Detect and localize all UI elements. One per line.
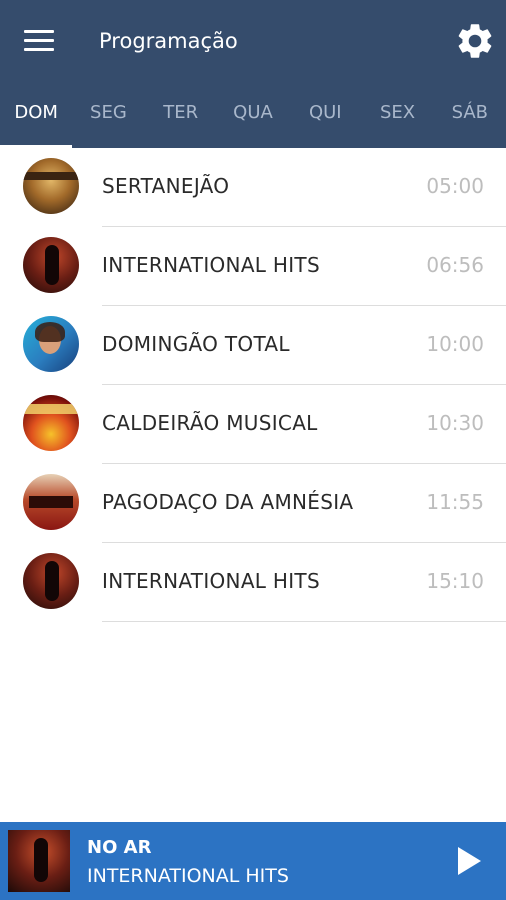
show-time: 06:56 [426, 253, 484, 277]
thumbnail-figure [45, 245, 59, 285]
show-name: CALDEIRÃO MUSICAL [102, 411, 318, 435]
show-time: 10:30 [426, 411, 484, 435]
show-thumbnail [23, 474, 79, 530]
show-thumbnail [23, 395, 79, 451]
gear-icon [458, 24, 492, 58]
show-time: 11:55 [426, 490, 484, 514]
list-item[interactable]: DOMINGÃO TOTAL 10:00 [0, 306, 506, 385]
show-thumbnail [23, 237, 79, 293]
list-item[interactable]: CALDEIRÃO MUSICAL 10:30 [0, 385, 506, 464]
show-thumbnail [23, 158, 79, 214]
thumbnail-title-band [23, 404, 79, 414]
menu-icon-bar [24, 39, 54, 42]
menu-icon-bar [24, 30, 54, 33]
day-tabs: DOM SEG TER QUA QUI SEX SÁB [0, 92, 506, 148]
show-time: 05:00 [426, 174, 484, 198]
schedule-list: SERTANEJÃO 05:00 INTERNATIONAL HITS 06:5… [0, 148, 506, 622]
settings-button[interactable] [454, 20, 496, 62]
page-title: Programação [99, 29, 238, 53]
thumbnail-title-band [29, 496, 73, 508]
show-time: 15:10 [426, 569, 484, 593]
on-air-label: NO AR [87, 837, 152, 858]
show-time: 10:00 [426, 332, 484, 356]
thumbnail-banner [23, 172, 79, 180]
now-playing-artwork [8, 830, 70, 892]
tab-qua[interactable]: QUA [217, 92, 289, 148]
show-name: INTERNATIONAL HITS [102, 569, 320, 593]
list-item[interactable]: INTERNATIONAL HITS 15:10 [0, 543, 506, 622]
menu-button[interactable] [22, 27, 58, 55]
list-item[interactable]: PAGODAÇO DA AMNÉSIA 11:55 [0, 464, 506, 543]
app-bar: Programação DOM SEG TER QUA QUI SEX SÁB [0, 0, 506, 148]
show-thumbnail [23, 553, 79, 609]
show-name: DOMINGÃO TOTAL [102, 332, 290, 356]
show-name: INTERNATIONAL HITS [102, 253, 320, 277]
show-name: SERTANEJÃO [102, 174, 230, 198]
show-thumbnail [23, 316, 79, 372]
list-item[interactable]: SERTANEJÃO 05:00 [0, 148, 506, 227]
play-icon [458, 847, 481, 875]
list-item[interactable]: INTERNATIONAL HITS 06:56 [0, 227, 506, 306]
thumbnail-figure [45, 561, 59, 601]
thumbnail-hair [35, 322, 65, 342]
now-playing-title: INTERNATIONAL HITS [87, 865, 289, 887]
play-button[interactable] [452, 844, 486, 878]
menu-icon-bar [24, 48, 54, 51]
tab-ter[interactable]: TER [145, 92, 217, 148]
tab-qui[interactable]: QUI [289, 92, 361, 148]
tab-seg[interactable]: SEG [72, 92, 144, 148]
divider [102, 621, 506, 622]
artwork-figure [34, 838, 48, 882]
tab-dom[interactable]: DOM [0, 92, 73, 148]
tab-sex[interactable]: SEX [361, 92, 433, 148]
tab-sab[interactable]: SÁB [434, 92, 506, 148]
now-playing-bar[interactable]: NO AR INTERNATIONAL HITS [0, 822, 506, 900]
show-name: PAGODAÇO DA AMNÉSIA [102, 490, 354, 514]
